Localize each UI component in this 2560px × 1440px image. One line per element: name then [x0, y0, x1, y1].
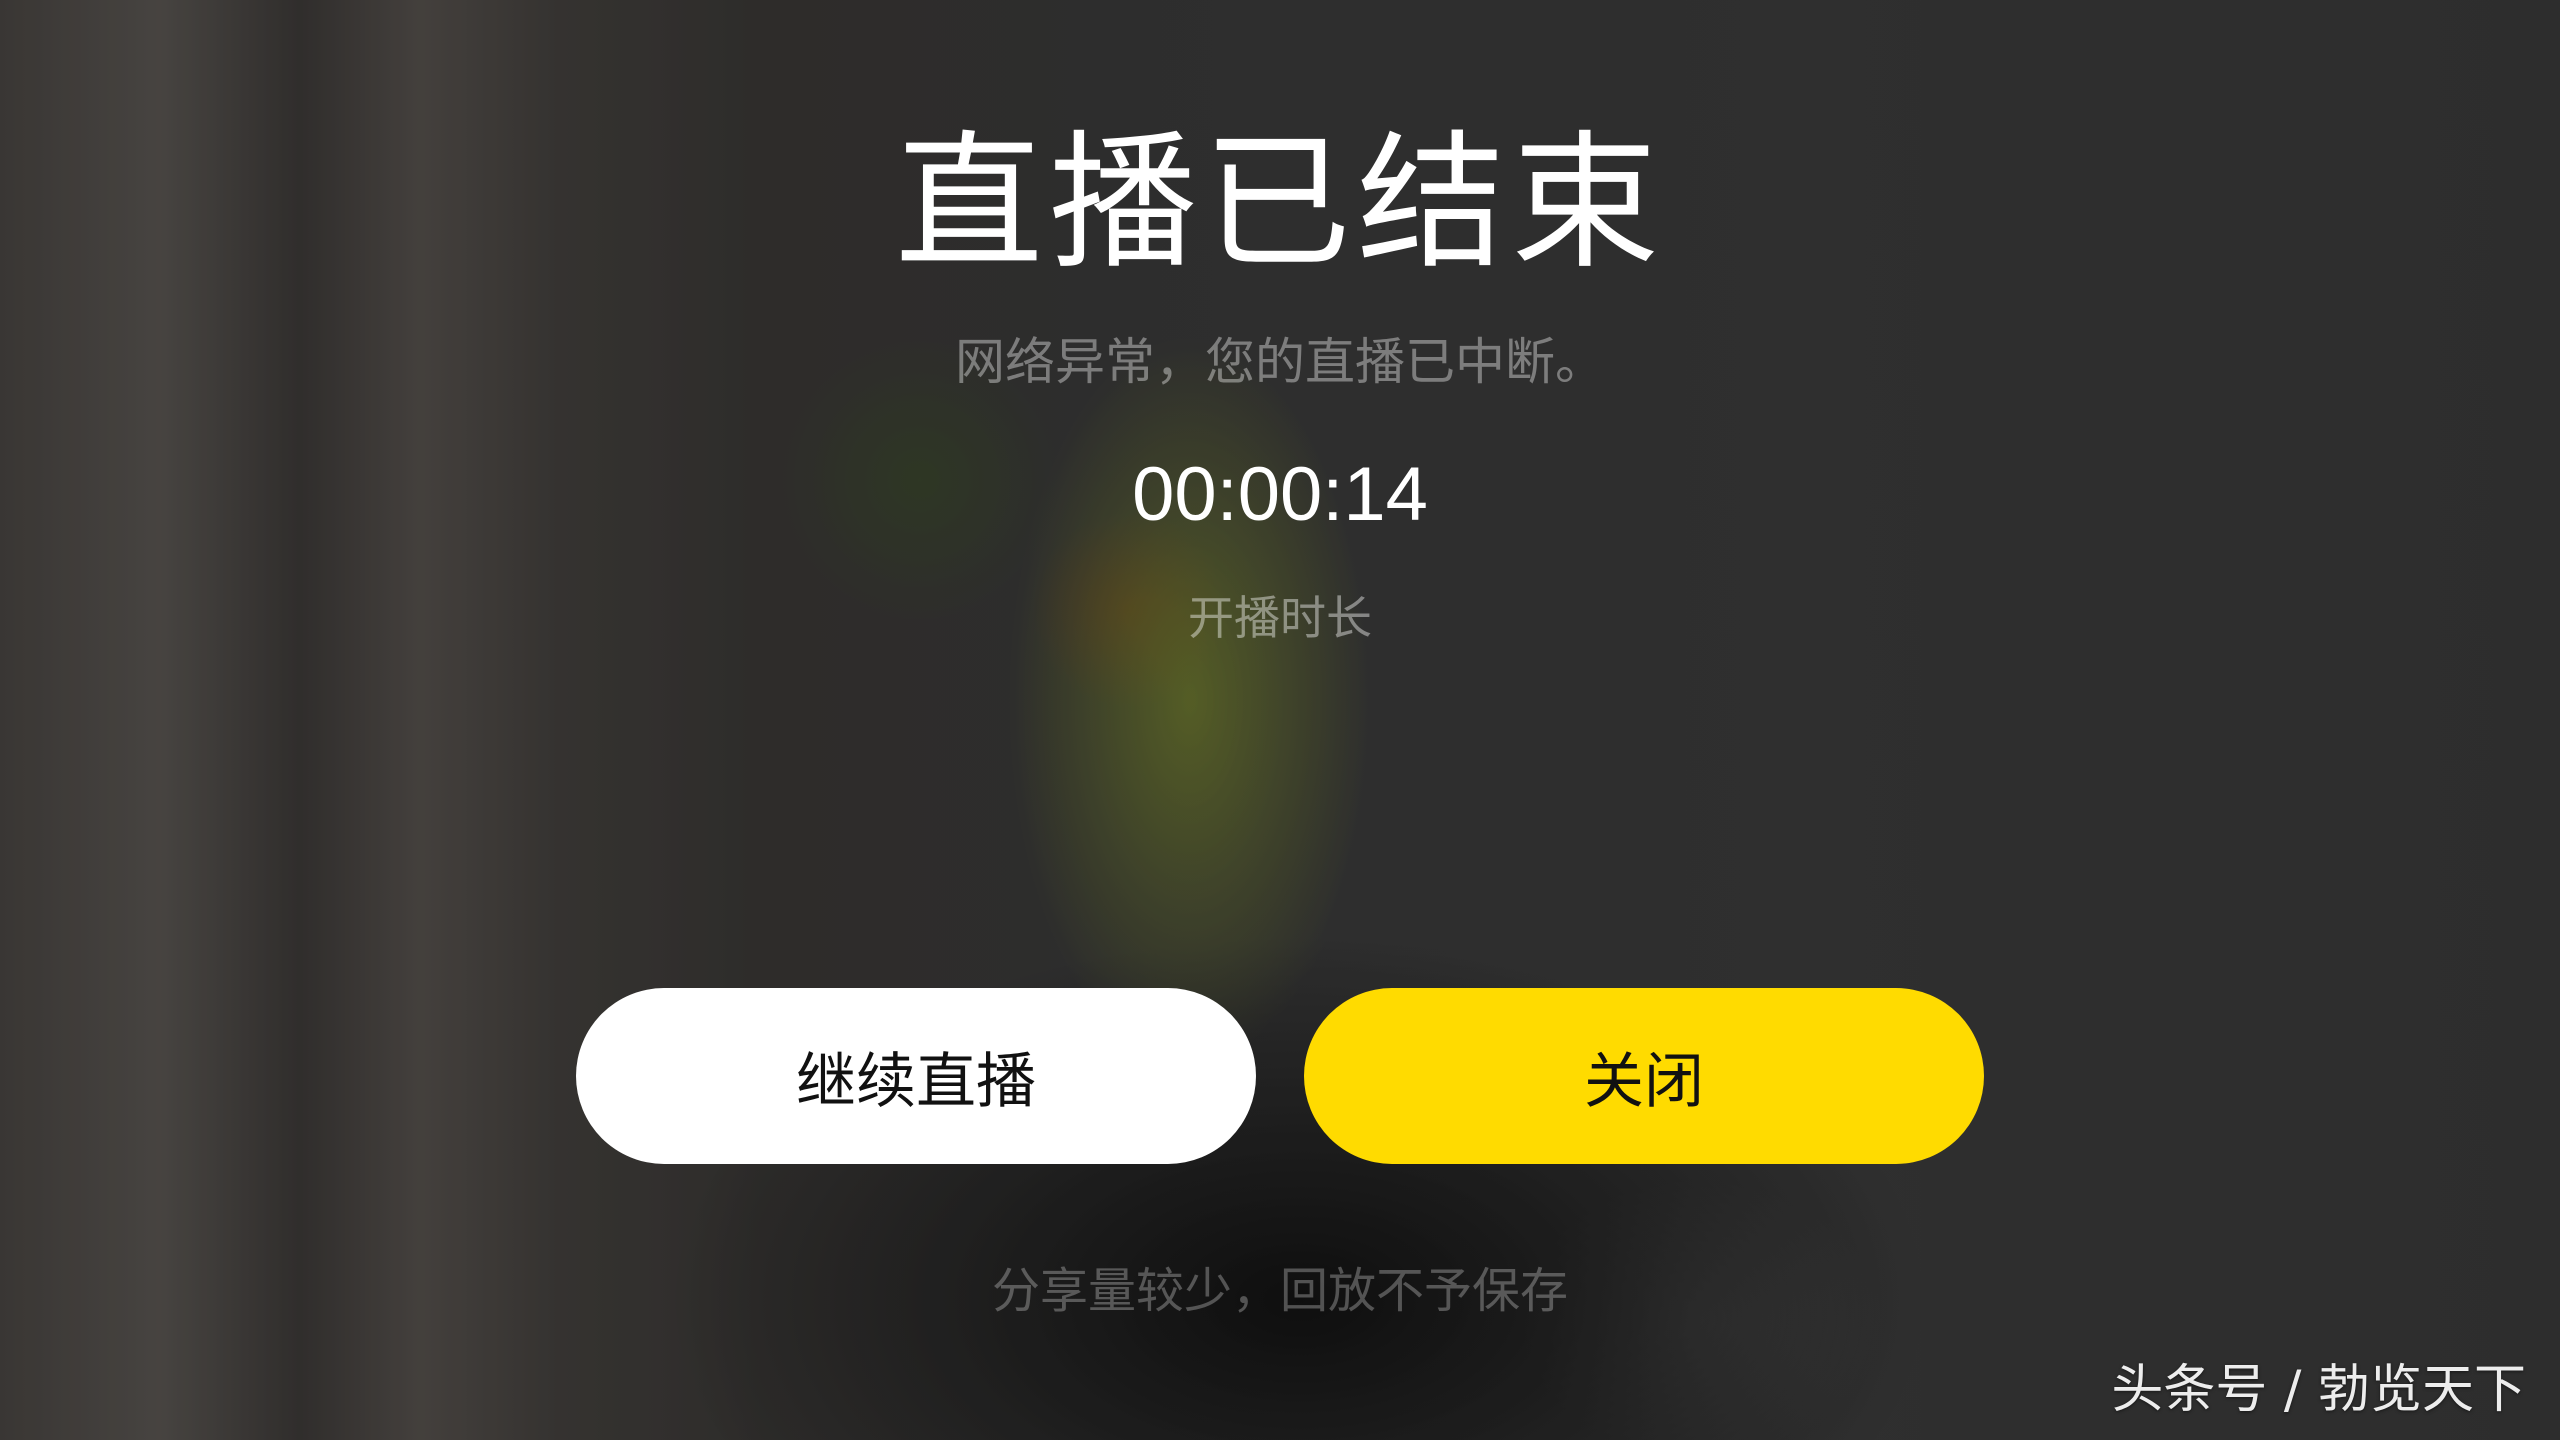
replay-not-saved-note: 分享量较少，回放不予保存	[991, 1263, 1568, 1319]
network-error-message: 网络异常，您的直播已中断。	[955, 333, 1605, 391]
live-ended-screen: 直播已结束 网络异常，您的直播已中断。 00:00:14 开播时长 继续直播 关…	[0, 0, 2560, 1440]
live-duration-label: 开播时长	[1188, 591, 1372, 645]
watermark: 头条号 / 勃览天下	[2111, 1360, 2526, 1420]
continue-live-button[interactable]: 继续直播	[576, 988, 1256, 1164]
close-button[interactable]: 关闭	[1304, 988, 1984, 1164]
page-title: 直播已结束	[895, 117, 1665, 289]
live-duration-value: 00:00:14	[1132, 452, 1428, 537]
live-ended-panel: 直播已结束 网络异常，您的直播已中断。 00:00:14 开播时长 继续直播 关…	[0, 0, 2560, 1440]
